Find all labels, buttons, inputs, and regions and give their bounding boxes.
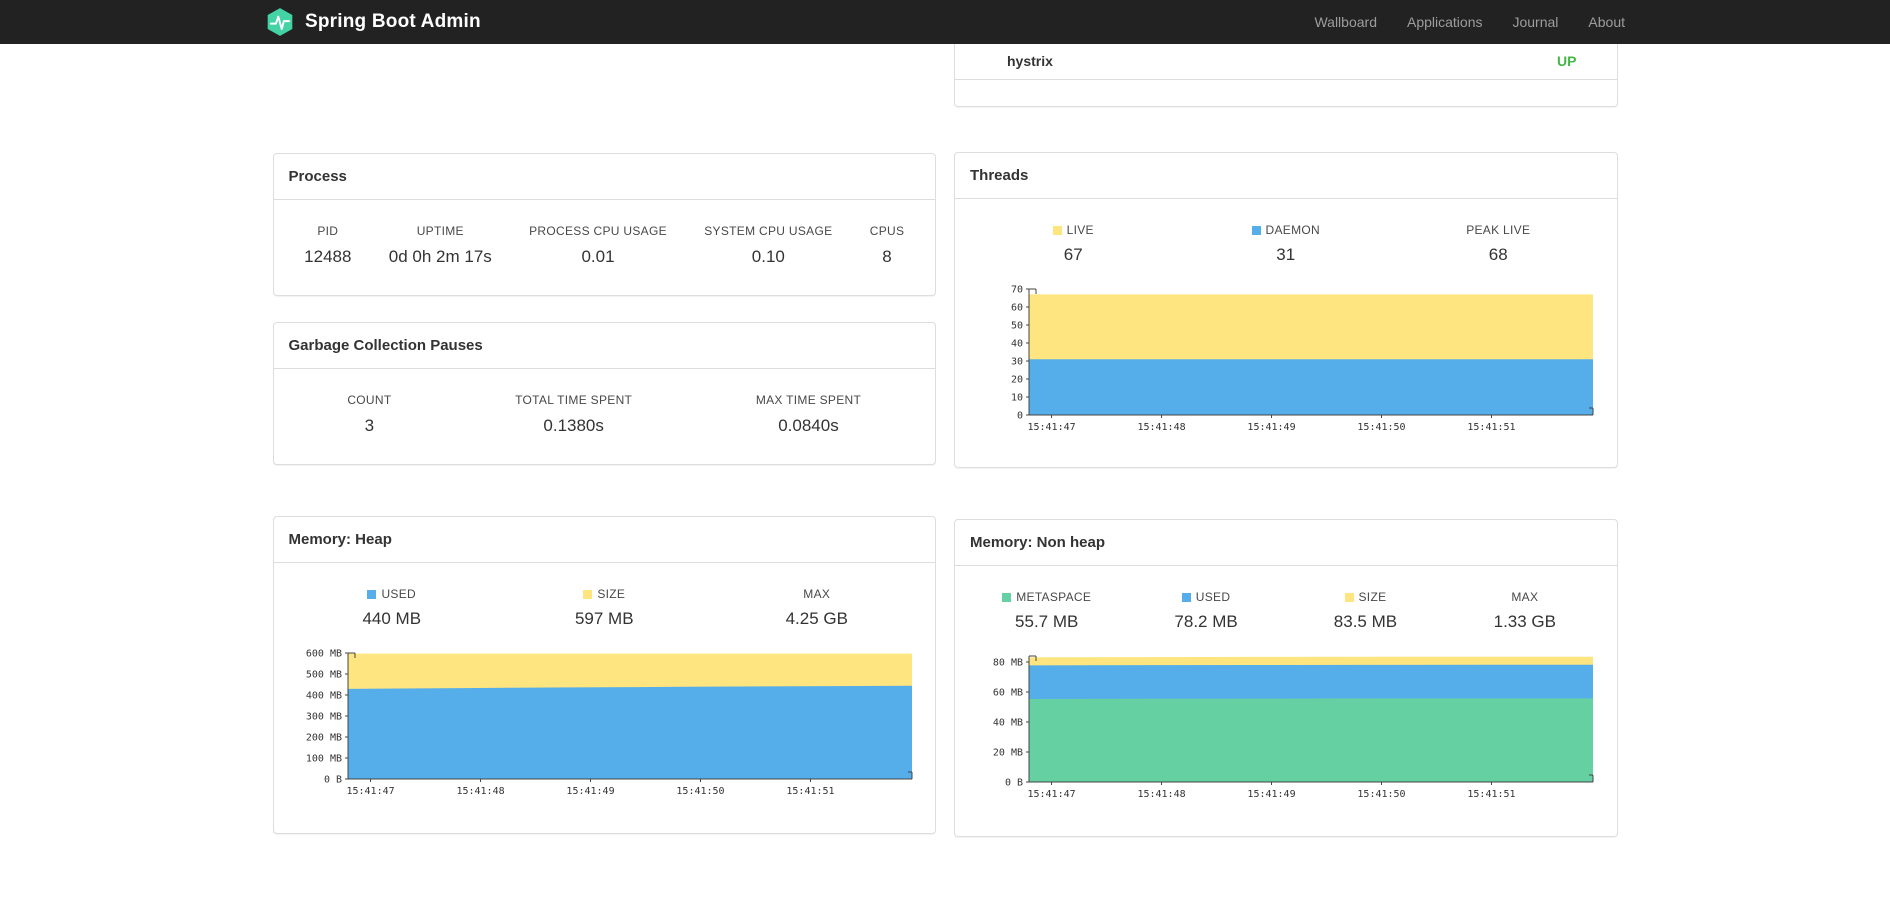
panel-spacer xyxy=(955,80,1617,106)
metric-gc-total-time: TOTAL TIME SPENT 0.1380s xyxy=(515,393,633,435)
application-row[interactable]: hystrix UP xyxy=(955,44,1617,80)
size-legend-swatch xyxy=(1344,593,1354,602)
legend-heap-size: SIZE 597 MB xyxy=(574,587,634,628)
navbar: Spring Boot Admin Wallboard Applications… xyxy=(0,0,1890,44)
threads-legend: LIVE 67 DAEMON 31 PEAK LIVE 68 xyxy=(967,213,1605,281)
heap-legend: USED 440 MB SIZE 597 MB MAX 4.25 GB xyxy=(286,577,924,645)
svg-text:15:41:48: 15:41:48 xyxy=(1137,422,1185,433)
gc-panel: Garbage Collection Pauses COUNT 3 TOTAL … xyxy=(272,322,936,465)
status-badge: UP xyxy=(1557,53,1577,69)
legend-live: LIVE 67 xyxy=(967,223,1180,265)
threads-chart: 0 10 20 30 40 50 60 70 15:41:47 15:41:48 15:41:49 1… xyxy=(1011,285,1594,433)
nonheap-memory-chart: 0 B 20 MB 40 MB 60 MB 80 MB 15:41:47 15:41:48 1… xyxy=(993,655,1594,800)
legend-nonheap-max: MAX 1.33 GB xyxy=(1493,590,1556,631)
legend-daemon: DAEMON 31 xyxy=(1180,223,1393,265)
nonheap-legend: METASPACE 55.7 MB USED 78.2 MB SIZE 83.5… xyxy=(967,580,1605,648)
brand[interactable]: Spring Boot Admin xyxy=(265,7,481,37)
used-legend-swatch xyxy=(367,590,377,599)
svg-text:15:41:49: 15:41:49 xyxy=(566,786,614,797)
svg-text:30: 30 xyxy=(1011,357,1023,368)
svg-text:600 MB: 600 MB xyxy=(305,649,341,660)
svg-text:0: 0 xyxy=(1017,411,1023,422)
svg-text:0 B: 0 B xyxy=(1005,778,1023,789)
brand-title: Spring Boot Admin xyxy=(305,11,481,32)
svg-text:40: 40 xyxy=(1011,339,1023,350)
metaspace-legend-swatch xyxy=(1002,593,1012,602)
gc-panel-title: Garbage Collection Pauses xyxy=(273,323,935,369)
metric-pid: PID 12488 xyxy=(304,224,352,266)
svg-text:70: 70 xyxy=(1011,285,1023,296)
legend-nonheap-size: SIZE 83.5 MB xyxy=(1333,590,1398,631)
metric-system-cpu: SYSTEM CPU USAGE 0.10 xyxy=(704,224,833,266)
process-panel: Process PID 12488 UPTIME 0d 0h 2m 17s PR… xyxy=(272,153,936,296)
daemon-legend-swatch xyxy=(1251,226,1261,235)
svg-text:15:41:49: 15:41:49 xyxy=(1247,422,1295,433)
svg-text:15:41:50: 15:41:50 xyxy=(1357,422,1405,433)
size-legend-swatch xyxy=(583,590,593,599)
heap-memory-chart: 0 B 100 MB 200 MB 300 MB 400 MB 500 MB 600 MB 1… xyxy=(305,649,912,797)
spring-boot-admin-logo-icon xyxy=(265,7,295,37)
nav-item-applications[interactable]: Applications xyxy=(1407,14,1483,30)
svg-text:50: 50 xyxy=(1011,321,1023,332)
live-legend-swatch xyxy=(1052,226,1062,235)
svg-text:15:41:47: 15:41:47 xyxy=(346,786,394,797)
metric-gc-max-time: MAX TIME SPENT 0.0840s xyxy=(755,393,862,435)
metric-process-cpu: PROCESS CPU USAGE 0.01 xyxy=(529,224,667,266)
nav-item-wallboard[interactable]: Wallboard xyxy=(1314,14,1377,30)
threads-panel-title: Threads xyxy=(955,153,1617,199)
svg-text:500 MB: 500 MB xyxy=(305,670,341,681)
legend-nonheap-used: USED 78.2 MB xyxy=(1174,590,1238,631)
legend-heap-used: USED 440 MB xyxy=(362,587,422,628)
svg-text:15:41:50: 15:41:50 xyxy=(1357,789,1405,800)
right-column: hystrix UP Threads LIVE 67 DAEMON 31 PEA… xyxy=(954,44,1618,837)
main-content: Process PID 12488 UPTIME 0d 0h 2m 17s PR… xyxy=(272,44,1618,907)
svg-text:20: 20 xyxy=(1011,375,1023,386)
svg-text:20 MB: 20 MB xyxy=(993,748,1023,759)
navbar-inner: Spring Boot Admin Wallboard Applications… xyxy=(265,0,1625,44)
application-name: hystrix xyxy=(1007,53,1053,69)
legend-peak-live: PEAK LIVE 68 xyxy=(1466,223,1531,264)
svg-text:80 MB: 80 MB xyxy=(993,658,1023,669)
memory-nonheap-panel: Memory: Non heap METASPACE 55.7 MB USED … xyxy=(954,519,1618,837)
legend-heap-max: MAX 4.25 GB xyxy=(785,587,848,628)
svg-text:0 B: 0 B xyxy=(323,775,341,786)
application-status-panel: hystrix UP xyxy=(954,44,1618,107)
svg-text:60: 60 xyxy=(1011,303,1023,314)
used-legend-swatch xyxy=(1181,593,1191,602)
memory-heap-panel: Memory: Heap USED 440 MB SIZE 597 MB MAX… xyxy=(272,516,936,834)
metric-gc-count: COUNT 3 xyxy=(347,393,392,435)
metric-uptime: UPTIME 0d 0h 2m 17s xyxy=(388,224,492,266)
svg-text:15:41:51: 15:41:51 xyxy=(1467,422,1515,433)
memory-heap-panel-title: Memory: Heap xyxy=(273,517,935,563)
svg-text:40 MB: 40 MB xyxy=(993,718,1023,729)
process-panel-title: Process xyxy=(273,154,935,200)
svg-text:15:41:48: 15:41:48 xyxy=(456,786,504,797)
left-column: Process PID 12488 UPTIME 0d 0h 2m 17s PR… xyxy=(272,44,936,834)
legend-metaspace: METASPACE 55.7 MB xyxy=(967,590,1126,632)
svg-text:200 MB: 200 MB xyxy=(305,733,341,744)
threads-panel: Threads LIVE 67 DAEMON 31 PEAK LIVE 68 0… xyxy=(954,152,1618,468)
svg-text:60 MB: 60 MB xyxy=(993,688,1023,699)
svg-text:15:41:48: 15:41:48 xyxy=(1137,789,1185,800)
svg-text:15:41:50: 15:41:50 xyxy=(676,786,724,797)
process-metrics: PID 12488 UPTIME 0d 0h 2m 17s PROCESS CP… xyxy=(286,224,924,267)
svg-text:10: 10 xyxy=(1011,393,1023,404)
svg-text:15:41:51: 15:41:51 xyxy=(1467,789,1515,800)
svg-text:15:41:47: 15:41:47 xyxy=(1027,422,1075,433)
memory-nonheap-panel-title: Memory: Non heap xyxy=(955,520,1617,566)
svg-text:400 MB: 400 MB xyxy=(305,691,341,702)
svg-text:300 MB: 300 MB xyxy=(305,712,341,723)
svg-text:15:41:49: 15:41:49 xyxy=(1247,789,1295,800)
svg-text:15:41:51: 15:41:51 xyxy=(786,786,834,797)
svg-text:15:41:47: 15:41:47 xyxy=(1027,789,1075,800)
gc-metrics: COUNT 3 TOTAL TIME SPENT 0.1380s MAX TIM… xyxy=(286,393,924,436)
nav-item-journal[interactable]: Journal xyxy=(1512,14,1558,30)
nav-links: Wallboard Applications Journal About xyxy=(1314,14,1625,30)
svg-text:100 MB: 100 MB xyxy=(305,754,341,765)
nav-item-about[interactable]: About xyxy=(1588,14,1625,30)
metric-cpus: CPUS 8 xyxy=(869,224,905,266)
